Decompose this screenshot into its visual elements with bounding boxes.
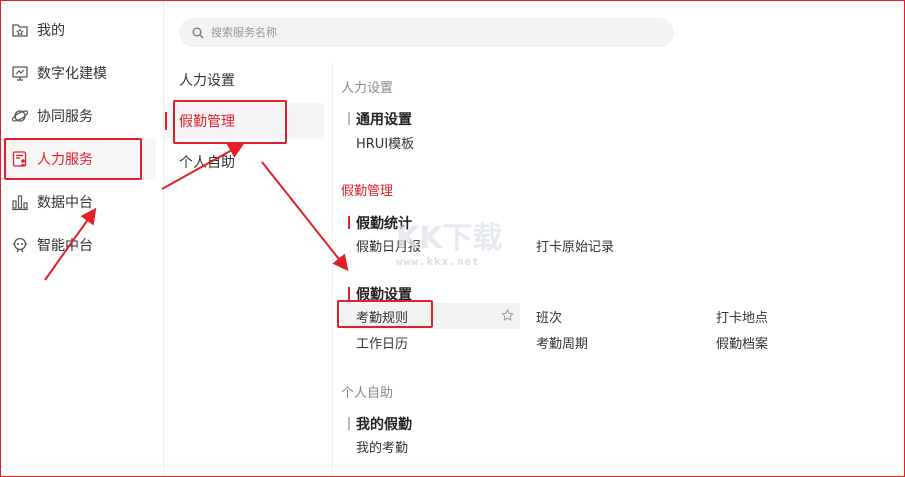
sidebar-item-data-platform[interactable]: 数据中台 [1,181,156,223]
sidebar-item-ai-platform[interactable]: 智能中台 [1,224,156,266]
sidebar-item-collaboration[interactable]: 协同服务 [1,95,156,137]
link-attendance-archive[interactable]: 假勤档案 [716,329,768,355]
sidebar-item-label: 数字化建模 [37,66,107,82]
section-title-hr-settings: 人力设置 [341,81,394,96]
group-marker [348,112,350,125]
link-shifts[interactable]: 班次 [536,303,562,329]
category-item-hr-settings[interactable]: 人力设置 [164,62,324,98]
link-work-calendar[interactable]: 工作日历 [356,329,408,355]
group-title-text: 假勤设置 [356,287,412,303]
link-attendance-period[interactable]: 考勤周期 [536,329,588,355]
monitor-chart-icon [10,63,30,83]
link-my-attendance[interactable]: 我的考勤 [356,433,408,459]
link-hrui-template[interactable]: HRUI模板 [356,129,414,155]
planet-icon [10,106,30,126]
search-bar[interactable] [179,18,674,47]
group-marker [348,417,350,430]
sidebar-item-mine[interactable]: 我的 [1,9,156,51]
category-list: 人力设置 假勤管理 个人自助 [164,62,333,476]
group-title-text: 假勤统计 [356,216,412,232]
sidebar-item-label: 智能中台 [37,238,93,254]
section-title-attendance: 假勤管理 [341,184,394,199]
group-title-text: 我的假勤 [356,417,412,433]
sidebar-item-label: 协同服务 [37,109,93,125]
group-title-my-attendance: 我的假勤 [348,414,412,434]
sidebar-item-label: 我的 [37,23,65,39]
sidebar-item-label: 数据中台 [37,195,93,211]
search-input[interactable] [209,25,613,40]
group-title-attendance-settings: 假勤设置 [348,284,412,304]
group-title-attendance-stats: 假勤统计 [348,213,412,233]
person-card-icon [10,149,30,169]
folder-star-icon [10,20,30,40]
group-title-general-settings: 通用设置 [348,109,412,129]
sidebar: 我的 数字化建模 协同服务 人力服务 数据中台 智能中台 [1,1,164,475]
category-item-attendance[interactable]: 假勤管理 [164,103,324,139]
link-raw-punch-records[interactable]: 打卡原始记录 [536,232,614,258]
group-title-text: 通用设置 [356,112,412,128]
search-icon [191,26,205,40]
watermark-url: www.kkx.net [396,255,480,268]
group-marker [348,287,350,300]
link-punch-locations[interactable]: 打卡地点 [716,303,768,329]
sidebar-item-label: 人力服务 [37,152,93,168]
star-icon[interactable] [501,308,514,322]
sidebar-item-hr-services[interactable]: 人力服务 [1,138,156,180]
group-marker [348,216,350,229]
category-item-self-service[interactable]: 个人自助 [164,144,324,180]
link-attendance-rules[interactable]: 考勤规则 [341,303,520,329]
link-label: 考勤规则 [356,310,409,326]
sidebar-item-digital-modeling[interactable]: 数字化建模 [1,52,156,94]
section-title-self-service: 个人自助 [341,386,394,401]
service-content: 人力设置 通用设置 HRUI模板 假勤管理 假勤统计 假勤日月报 打卡原始记录 … [333,62,903,476]
robot-icon [10,235,30,255]
bar-chart-icon [10,192,30,212]
